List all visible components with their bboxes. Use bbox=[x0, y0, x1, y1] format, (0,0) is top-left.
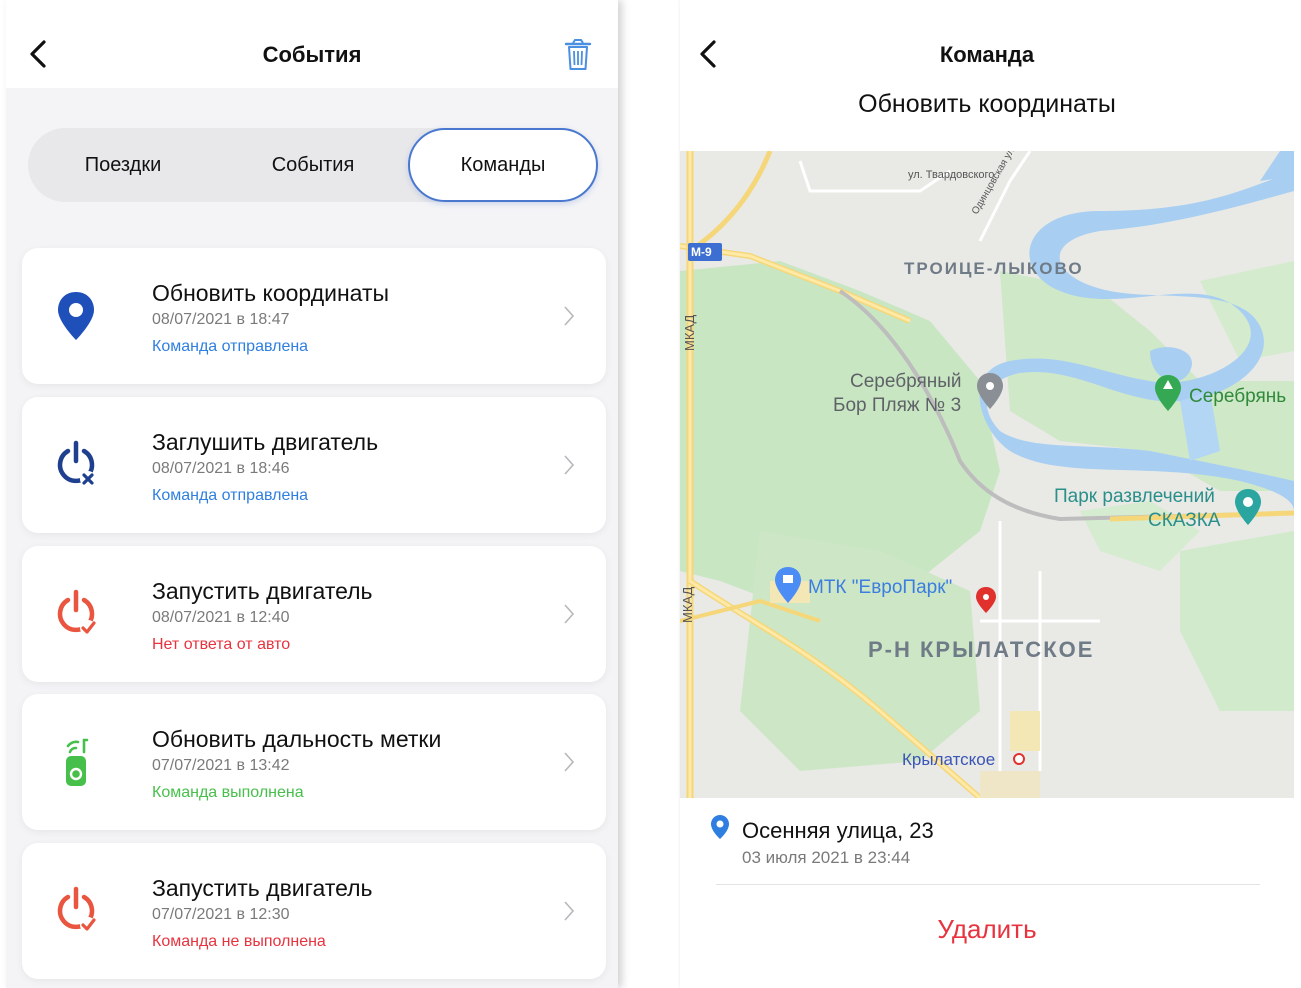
map-label: Крылатское bbox=[902, 750, 996, 769]
command-date: 08/07/2021 в 18:46 bbox=[152, 460, 290, 477]
command-date: 08/07/2021 в 12:40 bbox=[152, 609, 290, 626]
engine-off-icon bbox=[48, 437, 104, 493]
divider bbox=[716, 884, 1260, 885]
command-title: Обновить координаты bbox=[152, 280, 390, 306]
map-base bbox=[680, 151, 1294, 798]
command-title: Запустить двигатель bbox=[152, 578, 373, 604]
page-title: Команда bbox=[939, 42, 1035, 67]
command-card[interactable]: Обновить дальность метки 07/07/2021 в 13… bbox=[22, 694, 606, 830]
chevron-right-icon bbox=[564, 752, 575, 772]
command-date: 08/07/2021 в 18:47 bbox=[152, 311, 290, 328]
tab-bar: Поездки События Команды bbox=[28, 128, 598, 202]
map-label: Р-Н КРЫЛАТСКОЕ bbox=[868, 637, 1095, 662]
command-name: Обновить координаты bbox=[858, 90, 1116, 118]
map-label: СКАЗКА bbox=[1148, 510, 1221, 531]
command-date: 07/07/2021 в 12:30 bbox=[152, 906, 290, 923]
map-label: Серебряный bbox=[850, 371, 962, 392]
delete-button[interactable]: Удалить bbox=[680, 914, 1294, 945]
map-label: МКАД bbox=[680, 586, 695, 623]
command-title: Заглушить двигатель bbox=[152, 429, 379, 455]
command-card[interactable]: Запустить двигатель 07/07/2021 в 12:30 К… bbox=[22, 843, 606, 979]
trash-icon bbox=[564, 39, 592, 70]
page-title: События bbox=[262, 42, 362, 67]
map-label: МКАД bbox=[682, 314, 697, 351]
address-pin-icon bbox=[710, 814, 730, 845]
tab-trips[interactable]: Поездки bbox=[28, 128, 218, 202]
map-label: ТРОИЦЕ-ЛЫКОВО bbox=[904, 259, 1084, 278]
map-label: Бор Пляж № 3 bbox=[833, 395, 962, 416]
command-date: 07/07/2021 в 13:42 bbox=[152, 757, 290, 774]
command-card[interactable]: Запустить двигатель 08/07/2021 в 12:40 Н… bbox=[22, 546, 606, 682]
command-title: Обновить дальность метки bbox=[152, 726, 442, 752]
map-label: МТК "ЕвроПарк" bbox=[808, 577, 953, 598]
command-status: Команда выполнена bbox=[152, 784, 304, 801]
map-label: ул. Твардовского bbox=[908, 169, 995, 181]
address-date: 03 июля 2021 в 23:44 bbox=[742, 848, 911, 867]
address-text: Осенняя улица, 23 bbox=[742, 818, 934, 843]
command-status: Нет ответа от авто bbox=[152, 636, 291, 653]
tag-range-icon bbox=[48, 734, 104, 790]
map-view[interactable]: ул. Твардовского Одинцовская ул. М-9 МКА… bbox=[680, 151, 1294, 798]
chevron-right-icon bbox=[564, 306, 575, 326]
command-card[interactable]: Обновить координаты 08/07/2021 в 18:47 К… bbox=[22, 248, 606, 384]
tab-events[interactable]: События bbox=[218, 128, 408, 202]
map-label: М-9 bbox=[691, 245, 712, 259]
map-label: Серебрянь bbox=[1189, 386, 1287, 407]
engine-start-icon bbox=[48, 586, 104, 642]
chevron-right-icon bbox=[564, 455, 575, 475]
command-status: Команда отправлена bbox=[152, 487, 309, 504]
command-status: Команда отправлена bbox=[152, 338, 309, 355]
command-status: Команда не выполнена bbox=[152, 933, 326, 950]
command-card[interactable]: Заглушить двигатель 08/07/2021 в 18:46 К… bbox=[22, 397, 606, 533]
location-pin-icon bbox=[48, 288, 104, 344]
delete-all-button[interactable] bbox=[562, 38, 594, 72]
chevron-right-icon bbox=[564, 901, 575, 921]
events-screen: События Поездки События Команды Обновить… bbox=[6, 0, 618, 988]
command-detail-screen: Команда Обновить координаты ул. Твардовс… bbox=[680, 0, 1294, 988]
tab-commands[interactable]: Команды bbox=[408, 128, 598, 202]
map-label: Парк развлечений bbox=[1054, 486, 1215, 507]
chevron-right-icon bbox=[564, 604, 575, 624]
header: События bbox=[6, 0, 618, 88]
command-title: Запустить двигатель bbox=[152, 875, 373, 901]
engine-start-icon bbox=[48, 883, 104, 939]
